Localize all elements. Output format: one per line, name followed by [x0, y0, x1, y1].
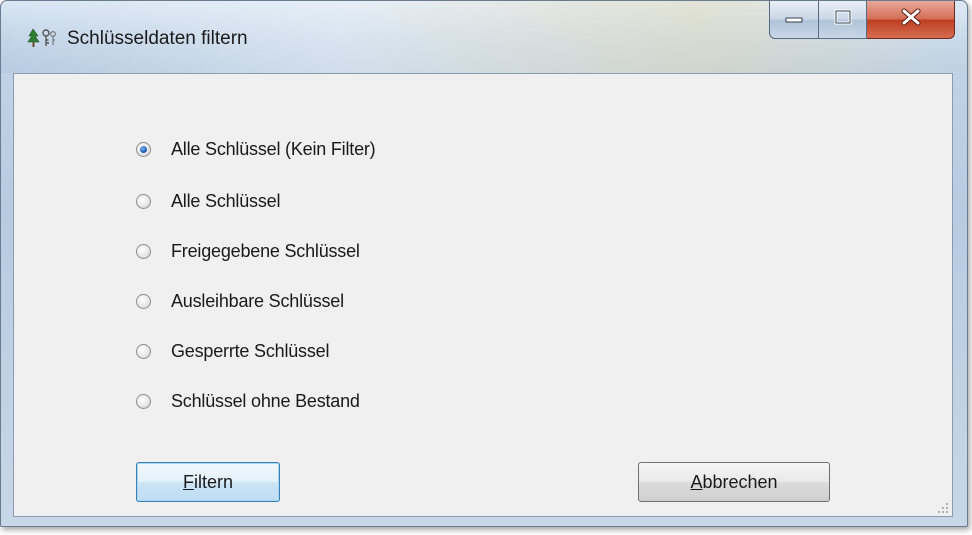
dialog-content: Alle Schlüssel (Kein Filter) Alle Schlüs… — [13, 73, 953, 517]
cancel-button[interactable]: Abbrechen — [638, 462, 830, 502]
radio-button[interactable] — [136, 243, 151, 259]
radio-option-keys-without-stock[interactable]: Schlüssel ohne Bestand — [136, 386, 360, 416]
caption-buttons — [769, 1, 955, 41]
minimize-button[interactable] — [769, 1, 819, 39]
radio-label: Freigegebene Schlüssel — [171, 240, 360, 261]
radio-option-all-keys[interactable]: Alle Schlüssel — [136, 186, 280, 216]
radio-button[interactable] — [136, 343, 151, 359]
radio-label: Schlüssel ohne Bestand — [171, 390, 360, 411]
radio-label: Ausleihbare Schlüssel — [171, 290, 344, 311]
maximize-icon — [834, 9, 852, 30]
radio-button[interactable] — [136, 293, 151, 309]
cancel-button-label: Abbrechen — [690, 471, 778, 492]
title-bar[interactable]: Schlüsseldaten filtern — [1, 1, 967, 73]
radio-button[interactable] — [136, 141, 151, 157]
radio-label: Alle Schlüssel (Kein Filter) — [171, 138, 376, 159]
radio-label: Alle Schlüssel — [171, 190, 281, 211]
radio-option-released-keys[interactable]: Freigegebene Schlüssel — [136, 236, 360, 266]
filter-button[interactable]: Filtern — [136, 462, 280, 502]
window-title: Schlüsseldaten filtern — [67, 28, 248, 49]
close-button[interactable] — [867, 1, 955, 39]
radio-button[interactable] — [136, 393, 151, 409]
radio-option-lendable-keys[interactable]: Ausleihbare Schlüssel — [136, 286, 344, 316]
resize-grip-icon[interactable] — [937, 501, 949, 513]
radio-label: Gesperrte Schlüssel — [171, 340, 330, 361]
radio-button[interactable] — [136, 193, 151, 209]
maximize-button[interactable] — [819, 1, 867, 39]
minimize-icon — [784, 11, 804, 29]
filter-button-label: Filtern — [182, 471, 233, 492]
radio-option-locked-keys[interactable]: Gesperrte Schlüssel — [136, 336, 329, 366]
keys-tree-icon — [27, 25, 57, 49]
close-icon — [900, 8, 922, 31]
dialog-window: Schlüsseldaten filtern Alle Schlüssel (K… — [0, 0, 968, 527]
radio-option-all-no-filter[interactable]: Alle Schlüssel (Kein Filter) — [136, 134, 376, 164]
